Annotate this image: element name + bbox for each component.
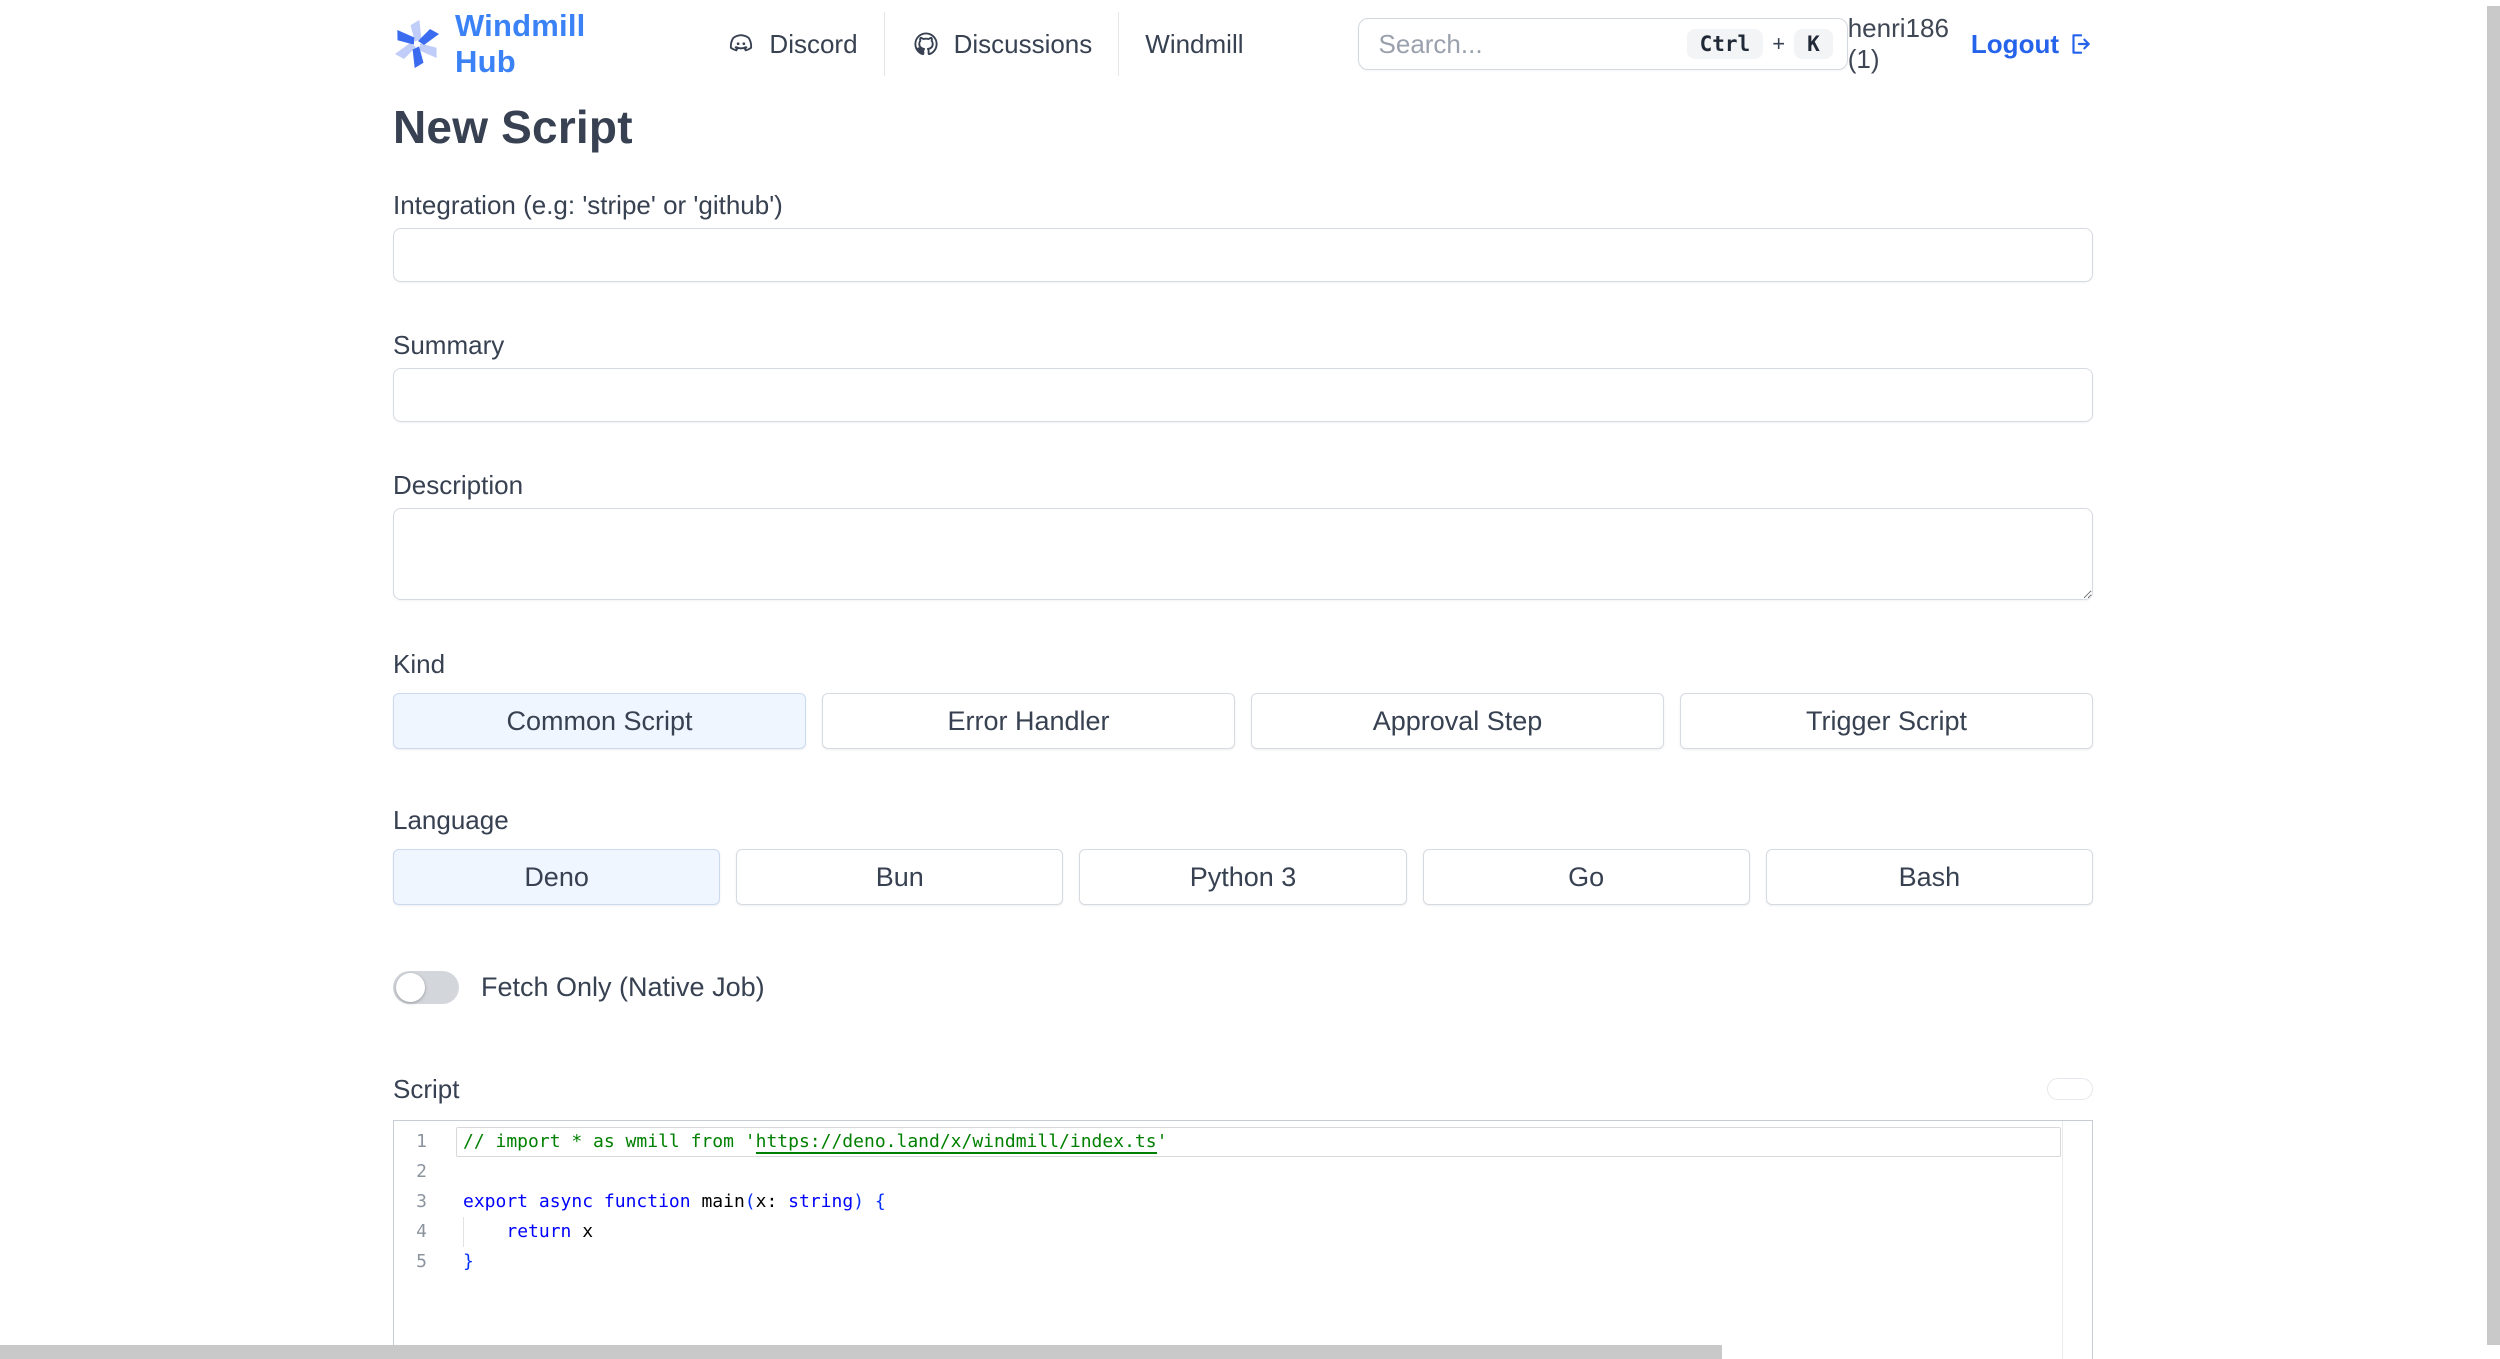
vertical-scrollbar[interactable] bbox=[2487, 6, 2500, 1345]
language-label: Language bbox=[393, 805, 509, 835]
description-textarea[interactable] bbox=[393, 508, 2093, 600]
option-go[interactable]: Go bbox=[1422, 849, 1750, 905]
line-number: 1 bbox=[416, 1131, 427, 1152]
script-label: Script bbox=[393, 1074, 460, 1104]
editor-line[interactable]: 3 export async function main(x: string) { bbox=[394, 1187, 2092, 1217]
windmill-hub-page: Windmill Hub Discord Discussions Windmil… bbox=[0, 0, 2500, 1359]
nav-discussions-label: Discussions bbox=[953, 28, 1093, 59]
code-editor[interactable]: 1 // import * as wmill from 'https://deno… bbox=[393, 1120, 2093, 1359]
username: henri186 (1) bbox=[1847, 13, 1949, 74]
summary-section: Summary bbox=[393, 330, 2093, 422]
logout-button[interactable]: Logout bbox=[1971, 29, 2093, 60]
script-section: Script 1 // import * as wmill from 'https… bbox=[393, 1074, 2093, 1359]
option-python-3[interactable]: Python 3 bbox=[1079, 849, 1407, 905]
user-box: henri186 (1) Logout bbox=[1848, 13, 2093, 75]
description-section: Description bbox=[393, 470, 2093, 605]
page-title: New Script bbox=[393, 101, 633, 153]
header-nav: Discord Discussions Windmill bbox=[700, 12, 1269, 76]
search-input[interactable]: Search... Ctrl + K bbox=[1357, 18, 1848, 70]
nav-windmill-label: Windmill bbox=[1145, 28, 1244, 59]
editor-line[interactable]: 4 return x bbox=[394, 1217, 2092, 1247]
language-options: Deno Bun Python 3 Go Bash bbox=[393, 849, 2093, 905]
code-text: export async function main(x: string) { bbox=[463, 1191, 886, 1212]
brand-home-link[interactable]: Windmill Hub bbox=[393, 8, 614, 80]
option-bun[interactable]: Bun bbox=[736, 849, 1064, 905]
editor-line[interactable]: 1 // import * as wmill from 'https://deno… bbox=[394, 1127, 2092, 1157]
editor-options-pill[interactable] bbox=[2047, 1078, 2093, 1100]
logout-label: Logout bbox=[1970, 28, 2059, 59]
line-number: 3 bbox=[416, 1191, 427, 1212]
kind-section: Kind Common Script Error Handler Approval … bbox=[393, 649, 2093, 749]
kind-label: Kind bbox=[393, 649, 446, 679]
language-section: Language Deno Bun Python 3 Go Bash bbox=[393, 805, 2093, 905]
option-deno[interactable]: Deno bbox=[393, 849, 721, 905]
brand-name: Windmill Hub bbox=[455, 8, 586, 79]
github-icon bbox=[911, 29, 941, 59]
description-label: Description bbox=[393, 470, 524, 500]
nav-discord-link[interactable]: Discord bbox=[700, 12, 883, 76]
fetch-only-row: Fetch Only (Native Job) bbox=[393, 971, 2093, 1004]
kind-options: Common Script Error Handler Approval Step T… bbox=[393, 693, 2093, 749]
code-text: return x bbox=[506, 1221, 594, 1242]
nav-windmill-link[interactable]: Windmill bbox=[1119, 12, 1269, 76]
logout-icon bbox=[2067, 31, 2093, 57]
editor-line[interactable]: 5} bbox=[394, 1247, 2092, 1277]
search-shortcut: Ctrl + K bbox=[1686, 29, 1833, 59]
nav-discord-label: Discord bbox=[769, 28, 858, 59]
header: Windmill Hub Discord Discussions Windmil… bbox=[393, 0, 2093, 88]
discord-icon bbox=[726, 29, 756, 59]
line-number: 2 bbox=[416, 1161, 427, 1182]
option-bash[interactable]: Bash bbox=[1765, 849, 2093, 905]
integration-label: Integration (e.g: 'stripe' or 'github') bbox=[393, 190, 783, 220]
option-trigger-script[interactable]: Trigger Script bbox=[1680, 693, 2093, 749]
code-text: } bbox=[463, 1251, 474, 1272]
search-placeholder: Search... bbox=[1378, 28, 1483, 59]
nav-discussions-link[interactable]: Discussions bbox=[885, 12, 1119, 76]
integration-input[interactable] bbox=[393, 228, 2093, 282]
fetch-only-label: Fetch Only (Native Job) bbox=[481, 972, 765, 1002]
line-number: 5 bbox=[416, 1251, 427, 1272]
code-text: // import * as wmill from 'https://deno.… bbox=[463, 1131, 1168, 1154]
summary-label: Summary bbox=[393, 330, 505, 360]
option-approval-step[interactable]: Approval Step bbox=[1251, 693, 1664, 749]
toggle-knob bbox=[396, 973, 425, 1002]
windmill-logo-icon bbox=[393, 20, 441, 68]
editor-line[interactable]: 2 bbox=[394, 1157, 2092, 1187]
option-error-handler[interactable]: Error Handler bbox=[822, 693, 1235, 749]
kbd-k: K bbox=[1794, 29, 1833, 59]
kbd-plus: + bbox=[1772, 31, 1786, 56]
kbd-ctrl: Ctrl bbox=[1686, 29, 1764, 59]
line-number: 4 bbox=[416, 1221, 427, 1242]
summary-input[interactable] bbox=[393, 368, 2093, 422]
fetch-only-toggle[interactable] bbox=[393, 971, 459, 1004]
horizontal-scrollbar[interactable] bbox=[0, 1345, 1722, 1359]
editor-scrollbar-divider bbox=[2062, 1121, 2063, 1359]
option-common-script[interactable]: Common Script bbox=[393, 693, 806, 749]
integration-section: Integration (e.g: 'stripe' or 'github') bbox=[393, 190, 2093, 282]
editor-lines: 1 // import * as wmill from 'https://deno… bbox=[394, 1121, 2092, 1277]
